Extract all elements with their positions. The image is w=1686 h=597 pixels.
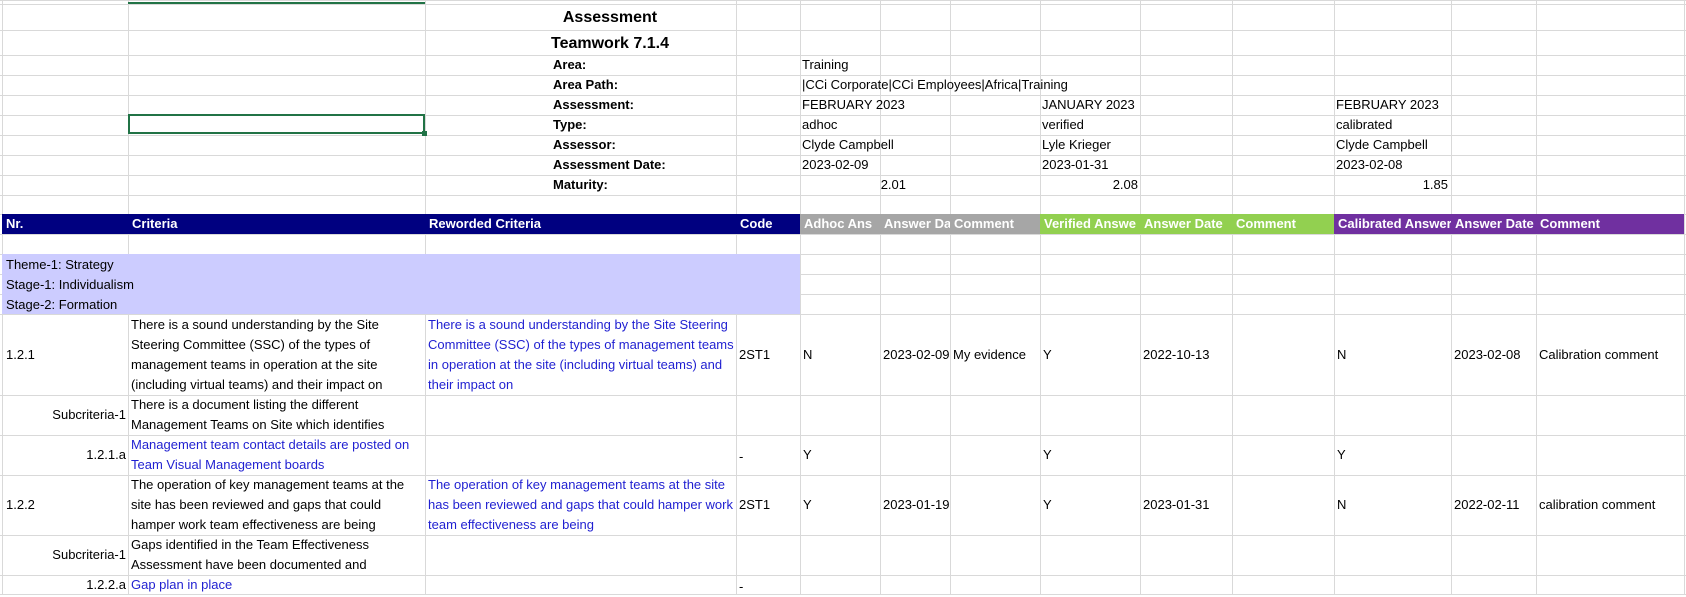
verified-date-cell[interactable]: 2022-10-13 [1143, 345, 1231, 365]
gridline-horizontal [0, 30, 1686, 31]
adhoc-answer-cell[interactable]: Y [803, 495, 878, 515]
maturity-value: 1.85 [1422, 177, 1448, 192]
reworded-criteria-cell[interactable]: There is a sound understanding by the Si… [428, 315, 734, 395]
info-label: Type: [553, 117, 587, 132]
info-value: Clyde Campbell [1336, 137, 1428, 152]
info-value: 2023-01-31 [1042, 157, 1109, 172]
code-cell[interactable]: 2ST1 [739, 345, 799, 365]
subcriteria-label[interactable]: Subcriteria-1 [2, 405, 126, 425]
calibrated-answer-cell[interactable]: N [1337, 345, 1449, 365]
calibrated-comment-cell[interactable]: calibration comment [1539, 495, 1686, 515]
code-cell[interactable]: - [739, 577, 799, 597]
maturity-value: 2.08 [1112, 177, 1138, 192]
gridline-horizontal [0, 0, 1686, 1]
theme-line: Theme-1: Strategy [6, 257, 114, 272]
calibrated-answer-cell[interactable]: Y [1337, 445, 1449, 465]
adhoc-date-cell[interactable]: 2023-02-09 [883, 345, 953, 365]
gridline-vertical [800, 0, 801, 595]
gridline-horizontal [0, 234, 1686, 235]
assessment-title: Assessment [562, 9, 658, 26]
gridline-vertical [1232, 0, 1233, 595]
criteria-cell[interactable]: Gaps identified in the Team Effectivenes… [131, 535, 423, 575]
gridline-horizontal [0, 195, 1686, 196]
header-criteria[interactable]: Criteria [128, 214, 425, 234]
code-cell[interactable]: - [739, 447, 799, 467]
criteria-cell[interactable]: The operation of key management teams at… [131, 475, 423, 535]
header-adhoc-answer[interactable]: Adhoc Ans [800, 214, 880, 234]
stage-line: Stage-2: Formation [6, 297, 118, 312]
adhoc-comment-cell[interactable]: My evidence [953, 345, 1039, 365]
row-number[interactable]: 1.2.1.a [2, 445, 126, 465]
gridline-vertical [1334, 0, 1335, 595]
template-title: Teamwork 7.1.4 [551, 35, 669, 52]
info-label: Assessment Date: [553, 157, 666, 172]
info-value: FEBRUARY 2023 [1336, 97, 1439, 112]
info-value: |CCi Corporate|CCi Employees|Africa|Trai… [802, 77, 1068, 92]
header-calibrated-answer[interactable]: Calibrated Answer [1334, 214, 1451, 234]
info-value: FEBRUARY 2023 [802, 97, 905, 112]
fill-handle[interactable] [422, 131, 427, 136]
subcriteria-label[interactable]: Subcriteria-1 [2, 545, 126, 565]
criteria-cell[interactable]: Management team contact details are post… [131, 435, 423, 475]
header-calibrated-comment[interactable]: Comment [1536, 214, 1684, 234]
verified-date-cell[interactable]: 2023-01-31 [1143, 495, 1231, 515]
info-value: calibrated [1336, 117, 1393, 132]
verified-answer-cell[interactable]: Y [1043, 445, 1138, 465]
info-label: Assessor: [553, 137, 616, 152]
calibrated-answer-cell[interactable]: N [1337, 495, 1449, 515]
info-label: Maturity: [553, 177, 608, 192]
info-value: 2023-02-09 [802, 157, 869, 172]
header-adhoc-answer-date[interactable]: Answer Da [880, 214, 950, 234]
column-selection-indicator [128, 2, 425, 4]
criteria-cell[interactable]: There is a sound understanding by the Si… [131, 315, 423, 395]
info-value: Lyle Krieger [1042, 137, 1111, 152]
calibrated-comment-cell[interactable]: Calibration comment [1539, 345, 1686, 365]
info-value: 2023-02-08 [1336, 157, 1403, 172]
header-adhoc-comment[interactable]: Comment [950, 214, 1040, 234]
header-verified-comment[interactable]: Comment [1232, 214, 1334, 234]
info-value: Training [802, 57, 849, 72]
verified-answer-cell[interactable]: Y [1043, 345, 1138, 365]
maturity-value: 2.01 [880, 177, 906, 192]
stage-line: Stage-1: Individualism [6, 277, 134, 292]
criteria-cell[interactable]: Gap plan in place [131, 575, 423, 595]
header-verified-answer-date[interactable]: Answer Date [1140, 214, 1232, 234]
gridline-horizontal [0, 4, 1686, 5]
reworded-criteria-cell[interactable]: The operation of key management teams at… [428, 475, 734, 535]
info-label: Area Path: [553, 77, 619, 92]
header-code[interactable]: Code [736, 214, 800, 234]
info-value: adhoc [802, 117, 838, 132]
verified-answer-cell[interactable]: Y [1043, 495, 1138, 515]
adhoc-answer-cell[interactable]: Y [803, 445, 878, 465]
info-label: Area: [553, 57, 587, 72]
active-cell-selection[interactable] [128, 114, 425, 134]
info-value: Clyde Campbell [802, 137, 894, 152]
info-value: verified [1042, 117, 1084, 132]
gridline-vertical [1451, 0, 1452, 595]
info-value: JANUARY 2023 [1042, 97, 1135, 112]
code-cell[interactable]: 2ST1 [739, 495, 799, 515]
adhoc-date-cell[interactable]: 2023-01-19 [883, 495, 953, 515]
header-verified-answer[interactable]: Verified Answe [1040, 214, 1140, 234]
header-nr[interactable]: Nr. [2, 214, 128, 234]
row-number[interactable]: 1.2.2.a [2, 575, 126, 595]
header-calibrated-answer-date[interactable]: Answer Date [1451, 214, 1536, 234]
adhoc-answer-cell[interactable]: N [803, 345, 878, 365]
criteria-cell[interactable]: There is a document listing the differen… [131, 395, 423, 435]
row-number[interactable]: 1.2.2 [6, 495, 126, 515]
header-reworded-criteria[interactable]: Reworded Criteria [425, 214, 736, 234]
info-label: Assessment: [553, 97, 634, 112]
gridline-vertical [1536, 0, 1537, 595]
calibrated-date-cell[interactable]: 2023-02-08 [1454, 345, 1536, 365]
calibrated-date-cell[interactable]: 2022-02-11 [1454, 495, 1536, 515]
row-number[interactable]: 1.2.1 [6, 345, 126, 365]
